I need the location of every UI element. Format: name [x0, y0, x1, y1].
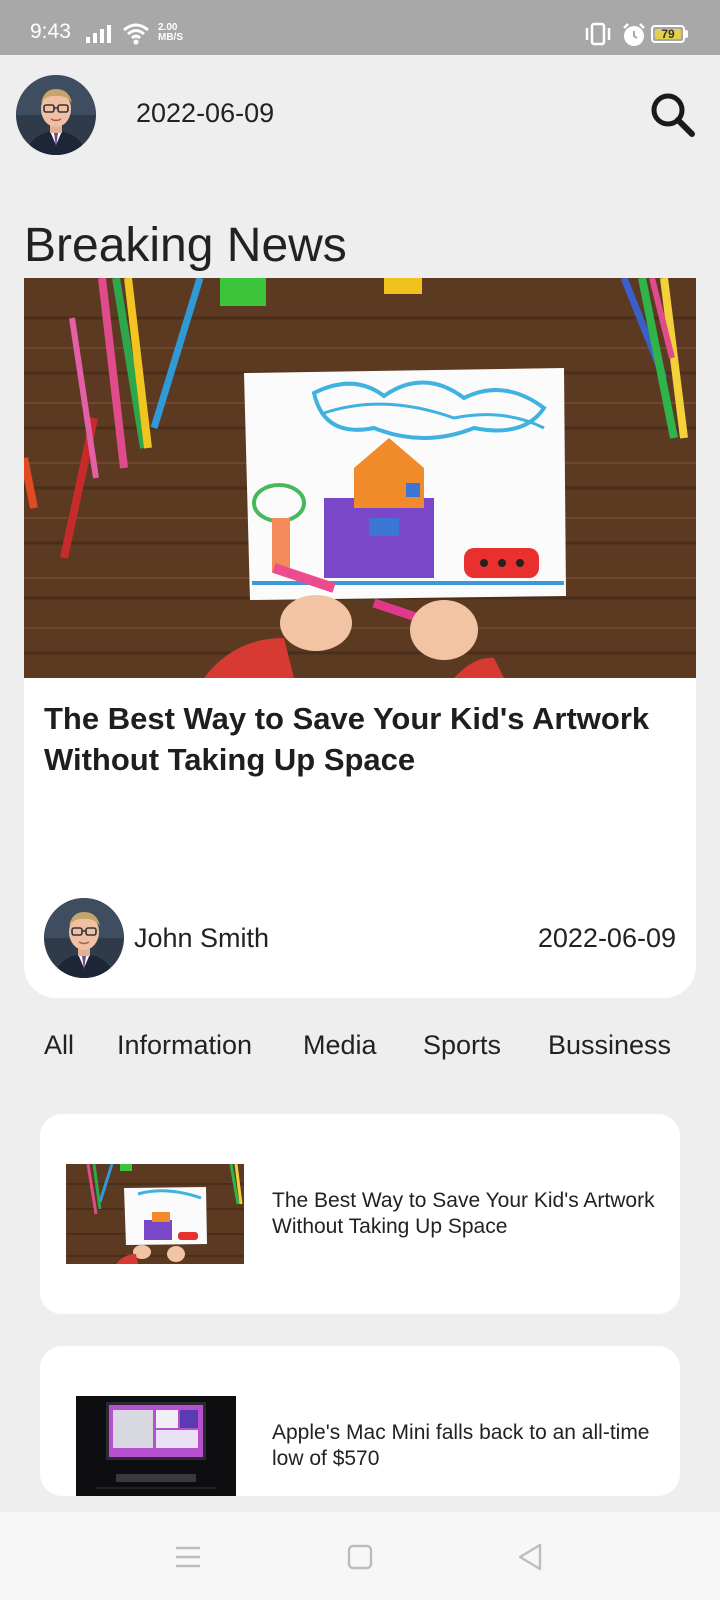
tab-bussiness[interactable]: Bussiness: [548, 1030, 671, 1061]
tab-sports[interactable]: Sports: [423, 1030, 501, 1061]
category-tabs: All Information Media Sports Bussiness: [0, 1030, 720, 1070]
tab-information[interactable]: Information: [117, 1030, 252, 1061]
hero-image: [24, 278, 696, 678]
author-name: John Smith: [134, 923, 270, 953]
tab-media[interactable]: Media: [303, 1030, 377, 1061]
signal-icon: [86, 25, 111, 43]
battery-icon: 79: [651, 25, 691, 45]
back-icon[interactable]: [514, 1542, 546, 1572]
net-speed: 2.00 MB/S: [158, 23, 183, 43]
search-icon[interactable]: [648, 90, 698, 140]
header-date: 2022-06-09: [136, 98, 275, 128]
news-title[interactable]: Apple's Mac Mini falls back to an all-ti…: [272, 1420, 672, 1472]
wifi-icon: [123, 23, 149, 45]
status-bar: 9:43 2.00 MB/S 79: [0, 0, 720, 55]
breaking-news-title[interactable]: The Best Way to Save Your Kid's Artwork …: [44, 698, 684, 780]
section-title: Breaking News: [24, 219, 347, 272]
breaking-news-card[interactable]: The Best Way to Save Your Kid's Artwork …: [24, 278, 696, 998]
news-card[interactable]: Apple's Mac Mini falls back to an all-ti…: [40, 1346, 680, 1496]
status-time: 9:43: [30, 20, 71, 43]
home-icon[interactable]: [344, 1542, 376, 1572]
mac-mini-thumbnail: [76, 1396, 236, 1496]
navigation-bar: [0, 1512, 720, 1600]
profile-avatar[interactable]: [16, 75, 96, 155]
alarm-icon: [623, 23, 645, 46]
news-title[interactable]: The Best Way to Save Your Kid's Artwork …: [272, 1188, 672, 1240]
menu-icon[interactable]: [172, 1542, 204, 1572]
net-speed-unit: MB/S: [158, 32, 183, 43]
article-date: 2022-06-09: [537, 923, 676, 953]
vibrate-icon: [585, 22, 611, 46]
battery-level: 79: [661, 27, 675, 41]
author-avatar[interactable]: [44, 898, 124, 978]
news-card[interactable]: The Best Way to Save Your Kid's Artwork …: [40, 1114, 680, 1314]
kids-drawing-thumbnail: [66, 1164, 244, 1264]
tab-all[interactable]: All: [44, 1030, 74, 1061]
